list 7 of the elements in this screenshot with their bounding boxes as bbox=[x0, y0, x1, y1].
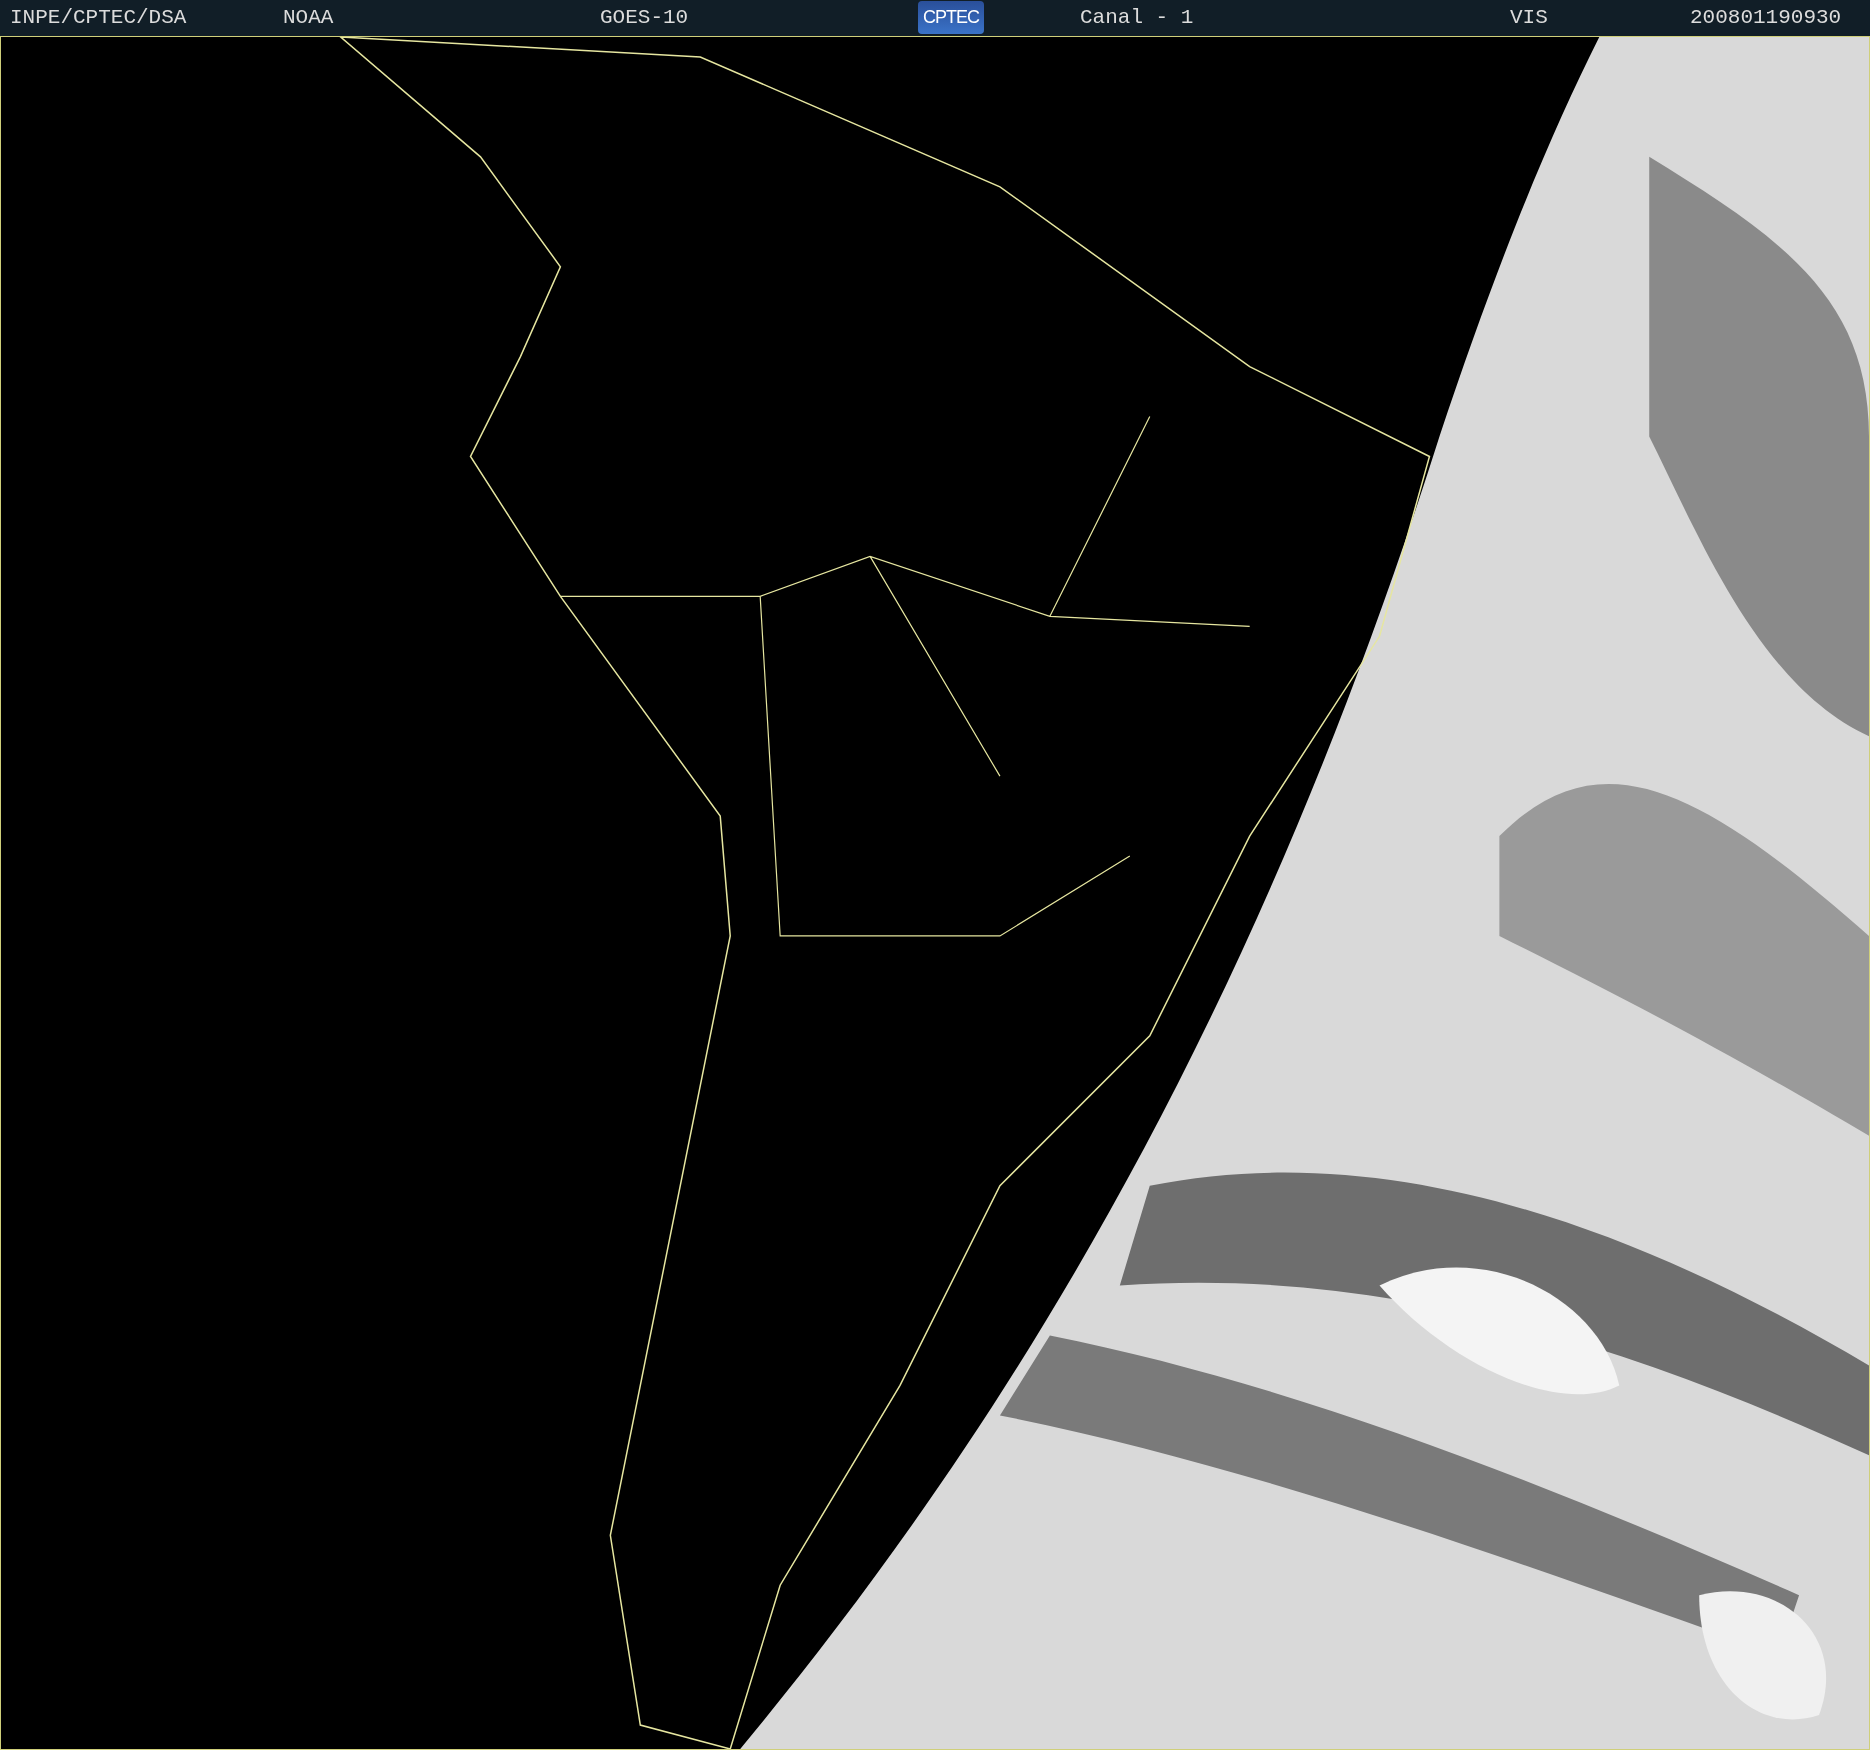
header-label: 200801190930 bbox=[1690, 6, 1842, 30]
header-label: INPE/CPTEC/DSA bbox=[10, 6, 187, 30]
header-label: GOES-10 bbox=[600, 6, 689, 30]
header-label: Canal - 1 bbox=[1080, 6, 1194, 30]
header-label: NOAA bbox=[283, 6, 334, 30]
header-label: VIS bbox=[1510, 6, 1548, 30]
logo: CPTEC bbox=[918, 1, 984, 34]
